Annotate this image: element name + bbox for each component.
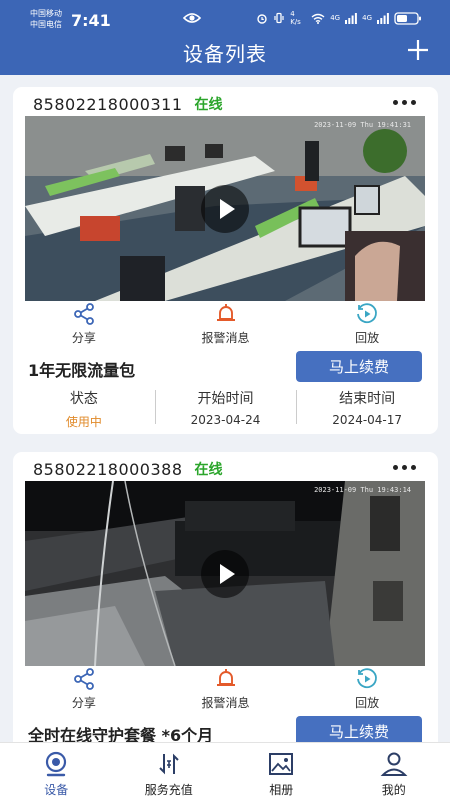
carrier-1: 中国移动 <box>30 9 62 18</box>
share-icon <box>73 668 94 690</box>
playback-label: 回放 <box>355 331 380 345</box>
status-label: 状态 <box>69 391 98 407</box>
camera-icon <box>46 751 67 777</box>
playback-icon <box>357 668 378 689</box>
tab-album[interactable]: 相册 <box>225 743 338 800</box>
system-icons: 4 K/s 4G 4G <box>256 10 422 26</box>
bottom-tab-bar: 设备 服务充值 相册 我的 <box>0 742 450 800</box>
device-id: 85802218000388 <box>33 459 183 479</box>
page-title: 设备列表 <box>183 42 267 66</box>
more-icon[interactable] <box>393 465 416 470</box>
alarm-label: 报警消息 <box>201 331 250 345</box>
bell-icon <box>216 304 235 321</box>
playback-label: 回放 <box>355 696 380 710</box>
device-card: 85802218000311 在线 2023-11-09 Thu 19:41:3… <box>13 87 438 434</box>
play-icon[interactable] <box>201 184 249 233</box>
play-icon[interactable] <box>201 549 249 598</box>
info-end: 结束时间 2024-04-17 <box>296 388 438 430</box>
video-timestamp: 2023-11-09 Thu 19:41:31 <box>314 121 411 129</box>
net-type-2: 4G <box>362 14 372 22</box>
playback-button[interactable]: 回放 <box>296 667 438 711</box>
video-preview[interactable]: 2023-11-09 Thu 19:41:31 <box>25 116 425 301</box>
info-start: 开始时间 2023-04-24 <box>154 388 297 430</box>
wifi-icon <box>311 13 325 24</box>
online-status: 在线 <box>194 97 223 113</box>
device-card: 85802218000388 在线 2023-11-09 Thu 19:43:1… <box>13 452 438 752</box>
tab-devices-label: 设备 <box>44 783 69 797</box>
device-header: 85802218000388 在线 <box>33 459 223 479</box>
vibrate-icon <box>274 12 284 24</box>
user-icon <box>380 752 408 776</box>
net-type-1: 4G <box>330 14 341 22</box>
signal-2-icon <box>377 12 389 24</box>
tab-album-label: 相册 <box>269 783 294 797</box>
status-bar: 中国移动 中国电信 7:41 4 K/s 4G 4G <box>0 0 450 32</box>
tab-profile-label: 我的 <box>381 783 406 797</box>
plus-icon[interactable] <box>406 38 430 62</box>
signal-1-icon <box>345 12 358 24</box>
net-speed: 4 K/s <box>290 10 301 26</box>
status-value: 使用中 <box>65 415 102 429</box>
action-row: 分享 报警消息 回放 <box>13 667 438 711</box>
playback-icon <box>357 303 378 324</box>
alarm-clock-icon <box>257 14 267 24</box>
carrier-2: 中国电信 <box>30 20 62 29</box>
tab-recharge-label: 服务充值 <box>144 783 193 797</box>
share-label: 分享 <box>71 696 96 710</box>
playback-button[interactable]: 回放 <box>296 302 438 346</box>
bell-icon <box>216 669 235 686</box>
start-label: 开始时间 <box>197 391 254 407</box>
info-status: 状态 使用中 <box>13 388 155 430</box>
share-icon <box>73 303 94 325</box>
action-row: 分享 报警消息 回放 <box>13 302 438 346</box>
start-value: 2023-04-24 <box>190 413 261 427</box>
video-timestamp: 2023-11-09 Thu 19:43:14 <box>314 486 411 494</box>
video-preview[interactable]: 2023-11-09 Thu 19:43:14 <box>25 481 425 666</box>
plan-name: 1年无限流量包 <box>28 361 136 380</box>
device-header: 85802218000311 在线 <box>33 94 223 114</box>
plan-info: 状态 使用中 开始时间 2023-04-24 结束时间 2024-04-17 <box>13 388 438 430</box>
tab-devices[interactable]: 设备 <box>0 743 113 800</box>
alarm-label: 报警消息 <box>201 696 250 710</box>
share-label: 分享 <box>71 331 96 345</box>
alarm-message-button[interactable]: 报警消息 <box>155 667 297 711</box>
share-button[interactable]: 分享 <box>13 667 155 711</box>
more-icon[interactable] <box>393 100 416 105</box>
tab-recharge[interactable]: 服务充值 <box>113 743 226 800</box>
eye-icon <box>183 13 201 23</box>
device-id: 85802218000311 <box>33 94 183 114</box>
share-button[interactable]: 分享 <box>13 302 155 346</box>
end-label: 结束时间 <box>339 391 396 407</box>
battery-icon <box>394 11 421 25</box>
online-status: 在线 <box>194 462 223 478</box>
carrier-info: 中国移动 中国电信 <box>30 8 62 30</box>
clock: 7:41 <box>71 11 111 30</box>
alarm-message-button[interactable]: 报警消息 <box>155 302 297 346</box>
tab-profile[interactable]: 我的 <box>338 743 450 800</box>
top-bar: 中国移动 中国电信 7:41 4 K/s 4G 4G 设备列表 <box>0 0 450 75</box>
recharge-icon <box>159 753 179 775</box>
renew-button[interactable]: 马上续费 <box>296 351 422 382</box>
end-value: 2024-04-17 <box>332 413 403 427</box>
album-icon <box>269 753 294 775</box>
